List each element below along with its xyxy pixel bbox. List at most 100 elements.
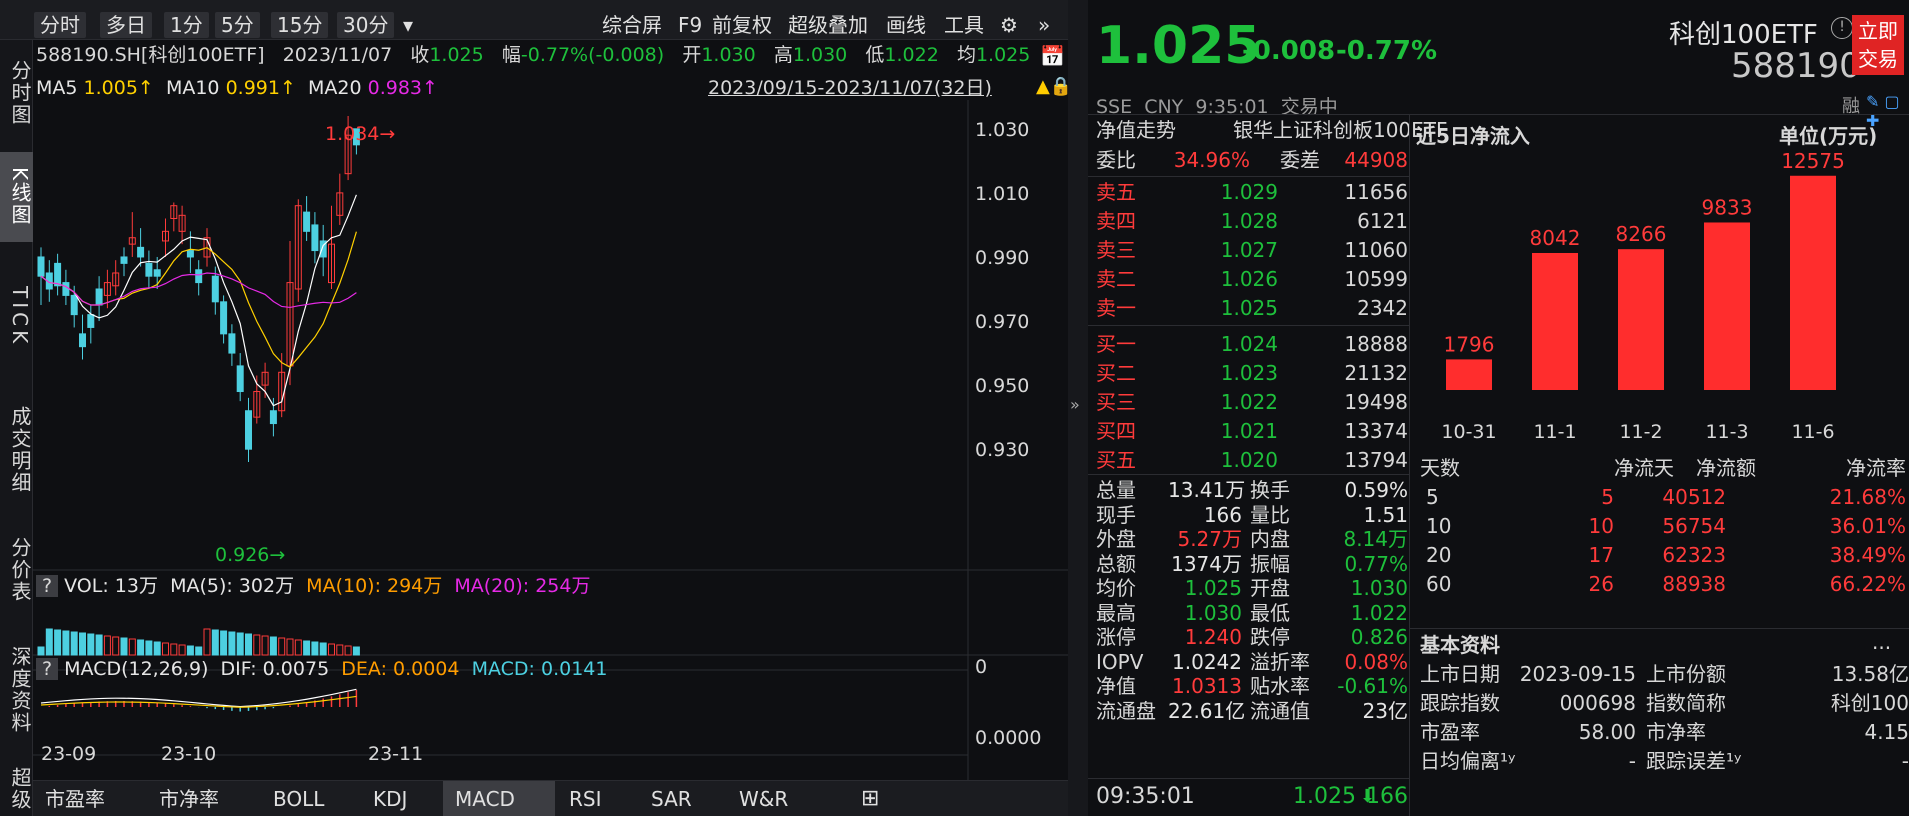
- tab-macd[interactable]: MACD: [443, 781, 555, 816]
- orderbook-price[interactable]: 1.029: [1178, 178, 1278, 207]
- candle-body: [228, 333, 236, 354]
- divider: [1410, 628, 1909, 629]
- low-value: 1.022: [884, 44, 939, 66]
- tab-30min[interactable]: 30分: [337, 12, 395, 38]
- volume-bar: [70, 631, 78, 656]
- flow-inflow-days: 17: [1588, 543, 1614, 567]
- tab-timeshare[interactable]: 分时: [34, 12, 86, 38]
- ma10-value: 0.991↑: [225, 77, 296, 99]
- candle-body: [79, 333, 86, 348]
- tab-5min[interactable]: 5分: [215, 12, 260, 38]
- lock-icon[interactable]: ▲🔒: [1036, 76, 1072, 97]
- close-value: 1.025: [429, 44, 484, 66]
- inflow-date-label: 10-31: [1441, 421, 1496, 443]
- ma5-value: 1.005↑: [83, 77, 154, 99]
- ma20-label: MA20: [308, 77, 362, 99]
- inflow-value-label: 1796: [1444, 332, 1495, 356]
- volume-bar: [95, 634, 103, 656]
- min-price-label: 0.926→: [215, 544, 285, 566]
- period-dropdown-icon[interactable]: ▾: [403, 0, 413, 40]
- left-nav: 分时图 K线图 TICK 成交明细 分价表 深度资料 超级: [0, 40, 33, 816]
- orderbook-level-label: 卖四: [1096, 209, 1136, 233]
- tab-sar[interactable]: SAR: [639, 781, 725, 816]
- volume-bar: [178, 644, 186, 656]
- low-label: 低: [865, 44, 885, 66]
- flow-days: 5: [1426, 485, 1439, 509]
- divider: [1088, 778, 1409, 779]
- orderbook-price[interactable]: 1.024: [1178, 330, 1278, 359]
- volume-bar: [62, 630, 70, 656]
- macd-value: MACD: 0.0141: [471, 658, 608, 680]
- nav-trend-link[interactable]: 净值走势: [1096, 116, 1176, 145]
- orderbook-price[interactable]: 1.022: [1178, 388, 1278, 417]
- info-icon[interactable]: !: [1831, 17, 1853, 39]
- f9-button[interactable]: F9: [678, 0, 702, 40]
- flow-amount: 62323: [1662, 543, 1726, 567]
- nav-super[interactable]: 超级: [0, 762, 33, 816]
- more-icon[interactable]: ...: [1872, 628, 1891, 657]
- range-value: -0.77%(-0.008): [520, 44, 665, 66]
- inflow-date-label: 11-1: [1533, 421, 1576, 443]
- vol-axis-label: 0: [975, 656, 987, 678]
- orderbook-level-label: 买三: [1096, 390, 1136, 414]
- orderbook-price[interactable]: 1.023: [1178, 359, 1278, 388]
- orderbook-volume: 10599: [1344, 267, 1408, 291]
- add-tab-icon[interactable]: ⊞: [849, 781, 889, 816]
- flow-inflow-days: 5: [1601, 485, 1614, 509]
- candle-body: [120, 256, 128, 264]
- overlay-button[interactable]: 超级叠加: [788, 0, 868, 40]
- tab-pe[interactable]: 市盈率: [33, 781, 145, 816]
- draw-button[interactable]: 画线: [886, 0, 926, 40]
- basic-value: -: [1628, 749, 1636, 773]
- x-tick-label: 23-09: [41, 743, 96, 765]
- candle-body: [186, 250, 194, 258]
- tab-kdj[interactable]: KDJ: [361, 781, 441, 816]
- stat-label: 流通值: [1250, 698, 1310, 723]
- orderbook-price[interactable]: 1.027: [1178, 236, 1278, 265]
- tab-rsi[interactable]: RSI: [557, 781, 637, 816]
- nav-timeshare[interactable]: 分时图: [0, 48, 33, 138]
- orderbook-price[interactable]: 1.026: [1178, 265, 1278, 294]
- combo-screen-button[interactable]: 综合屏: [602, 0, 662, 40]
- candle-body: [54, 262, 62, 287]
- tab-boll[interactable]: BOLL: [261, 781, 359, 816]
- collapse-icon[interactable]: »: [1070, 395, 1080, 414]
- orderbook-price[interactable]: 1.025: [1178, 294, 1278, 323]
- tab-wr[interactable]: W&R: [727, 781, 827, 816]
- tab-multiday[interactable]: 多日: [100, 12, 152, 38]
- nav-kline[interactable]: K线图: [0, 152, 33, 242]
- flow-inflow-days: 10: [1588, 514, 1614, 538]
- settings-icon[interactable]: ⚙: [1000, 0, 1018, 40]
- orderbook-price[interactable]: 1.021: [1178, 417, 1278, 446]
- ma-legend: MA5 1.005↑ MA10 0.991↑ MA20 0.983↑: [36, 73, 438, 103]
- nav-price-dist[interactable]: 分价表: [0, 524, 33, 616]
- candle-body: [311, 224, 319, 252]
- tab-15min[interactable]: 15分: [271, 12, 329, 38]
- volume-bar: [294, 639, 302, 656]
- help-icon[interactable]: ?: [36, 575, 59, 597]
- help-icon[interactable]: ?: [36, 658, 59, 680]
- tab-1min[interactable]: 1分: [164, 12, 209, 38]
- adjust-button[interactable]: 前复权: [712, 0, 772, 40]
- date-range[interactable]: 2023/09/15-2023/11/07(32日): [708, 73, 992, 103]
- trade-now-button[interactable]: 立即 交易: [1852, 15, 1904, 75]
- bar-date: 2023/11/07: [282, 44, 393, 66]
- basic-value: 58.00: [1578, 720, 1636, 744]
- orderbook-price[interactable]: 1.028: [1178, 207, 1278, 236]
- price-change: -0.008: [1242, 36, 1336, 66]
- tab-pb[interactable]: 市净率: [147, 781, 259, 816]
- volume-bar: [269, 636, 277, 656]
- nav-trades[interactable]: 成交明细: [0, 390, 33, 510]
- orderbook-price[interactable]: 1.020: [1178, 446, 1278, 475]
- orderbook-level-label: 卖三: [1096, 238, 1136, 262]
- inflow-date-label: 11-2: [1619, 421, 1662, 443]
- nav-tick[interactable]: TICK: [0, 258, 33, 376]
- tools-button[interactable]: 工具: [944, 0, 984, 40]
- calendar-icon[interactable]: 📅: [1040, 44, 1065, 68]
- expand-icon[interactable]: »: [1038, 0, 1050, 40]
- volume-bar: [87, 633, 95, 656]
- flow-rate: 66.22%: [1829, 572, 1906, 596]
- splitter[interactable]: »: [1068, 0, 1088, 816]
- nav-depth[interactable]: 深度资料: [0, 630, 33, 750]
- basic-value: -: [1901, 749, 1909, 773]
